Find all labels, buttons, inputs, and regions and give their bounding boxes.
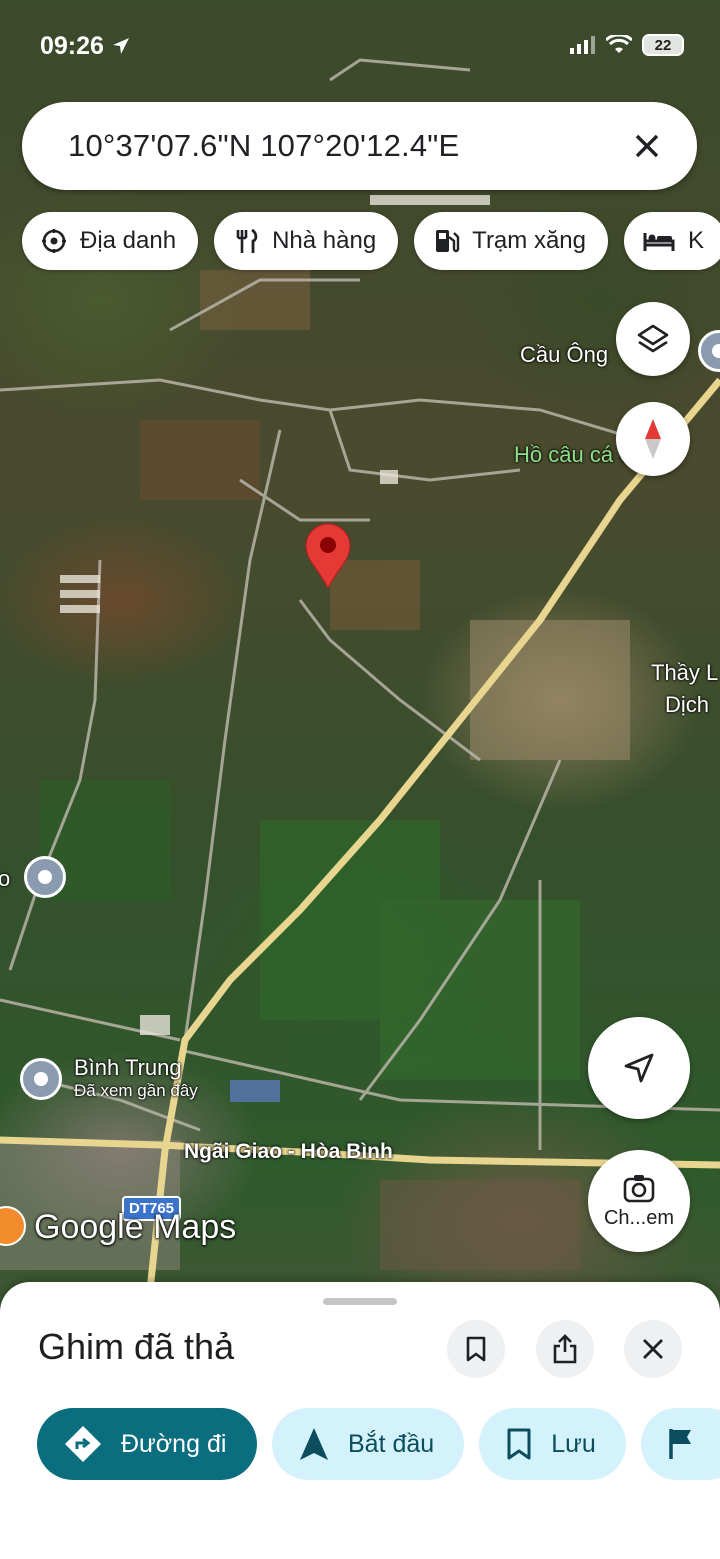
flag-button[interactable]	[640, 1408, 720, 1480]
gas-station-icon	[436, 230, 460, 253]
status-time: 09:26	[40, 32, 131, 61]
chip-label: Địa danh	[80, 227, 177, 254]
camera-icon	[623, 1174, 655, 1202]
map-label-dich[interactable]: Dịch	[665, 692, 709, 718]
bookmark-icon	[507, 1428, 531, 1460]
layers-button[interactable]	[616, 302, 690, 376]
close-sheet-button[interactable]	[624, 1320, 682, 1378]
directions-icon	[65, 1426, 101, 1462]
compass-icon	[645, 419, 661, 459]
search-coordinates[interactable]: 10°37'07.6"N 107°20'12.4"E	[68, 128, 459, 164]
save-button[interactable]: Lưu	[479, 1408, 626, 1480]
poi-pin-right[interactable]	[698, 330, 720, 372]
map-label-binh-trung[interactable]: Bình Trung Đã xem gần đây	[74, 1055, 198, 1101]
share-icon	[553, 1334, 577, 1364]
place-sheet[interactable]: Ghim đã thả Đường đi Bắt đầu Lưu	[0, 1282, 720, 1559]
clear-search-button[interactable]	[625, 124, 669, 168]
restaurant-icon	[236, 228, 258, 253]
save-icon-button[interactable]	[447, 1320, 505, 1378]
hotel-icon	[643, 233, 675, 251]
chip-label: K	[687, 227, 704, 254]
poi-pin-binh-trung[interactable]	[20, 1058, 62, 1100]
time-text: 09:26	[40, 32, 104, 60]
map-label-left-o[interactable]: o	[0, 866, 10, 892]
signal-icon	[570, 36, 595, 54]
category-chips: Địa danh Nhà hàng Trạm xăng K	[22, 212, 720, 272]
search-box[interactable]: 10°37'07.6"N 107°20'12.4"E	[22, 102, 697, 190]
binh-trung-name: Bình Trung	[74, 1055, 182, 1080]
action-buttons: Đường đi Bắt đầu Lưu	[37, 1408, 720, 1480]
chip-restaurants[interactable]: Nhà hàng	[214, 212, 399, 270]
directions-button[interactable]: Đường đi	[37, 1408, 257, 1480]
landmark-icon	[42, 229, 66, 253]
close-icon	[635, 134, 659, 158]
navigation-arrow-icon	[624, 1053, 654, 1083]
layers-icon	[637, 324, 669, 353]
chip-gas-stations[interactable]: Trạm xăng	[414, 212, 608, 270]
road-label: Ngãi Giao - Hòa Bình	[184, 1140, 393, 1163]
poi-pin-left[interactable]	[24, 856, 66, 898]
directions-label: Đường đi	[121, 1429, 227, 1458]
flag-icon	[668, 1429, 691, 1459]
battery-indicator: 22	[642, 34, 684, 56]
compass-button[interactable]	[616, 402, 690, 476]
chip-label: Nhà hàng	[272, 227, 377, 254]
lens-button[interactable]: Ch...em	[588, 1150, 690, 1252]
chip-label: Trạm xăng	[472, 227, 586, 254]
save-label: Lưu	[551, 1429, 596, 1458]
lens-label: Ch...em	[603, 1206, 675, 1229]
navigation-arrow-icon	[300, 1428, 328, 1460]
sheet-drag-handle[interactable]	[323, 1298, 397, 1305]
chip-landmarks[interactable]: Địa danh	[22, 212, 199, 270]
chip-hotels[interactable]: K	[623, 212, 720, 270]
binh-trung-subtitle: Đã xem gần đây	[74, 1081, 198, 1100]
share-button[interactable]	[536, 1320, 594, 1378]
status-bar: 09:26 22	[0, 0, 720, 90]
sheet-title: Ghim đã thả	[38, 1326, 235, 1367]
start-button[interactable]: Bắt đầu	[272, 1408, 465, 1480]
bookmark-icon	[466, 1336, 486, 1362]
my-location-button[interactable]	[588, 1017, 690, 1119]
location-arrow-icon	[112, 38, 129, 54]
map-label-thay-l[interactable]: Thầy L	[651, 660, 718, 686]
wifi-icon	[606, 35, 632, 53]
google-maps-logo: Google Maps	[34, 1208, 237, 1246]
map-label-cau-ong[interactable]: Cầu Ông	[520, 342, 608, 368]
close-icon	[643, 1339, 663, 1359]
start-label: Bắt đầu	[348, 1429, 435, 1458]
